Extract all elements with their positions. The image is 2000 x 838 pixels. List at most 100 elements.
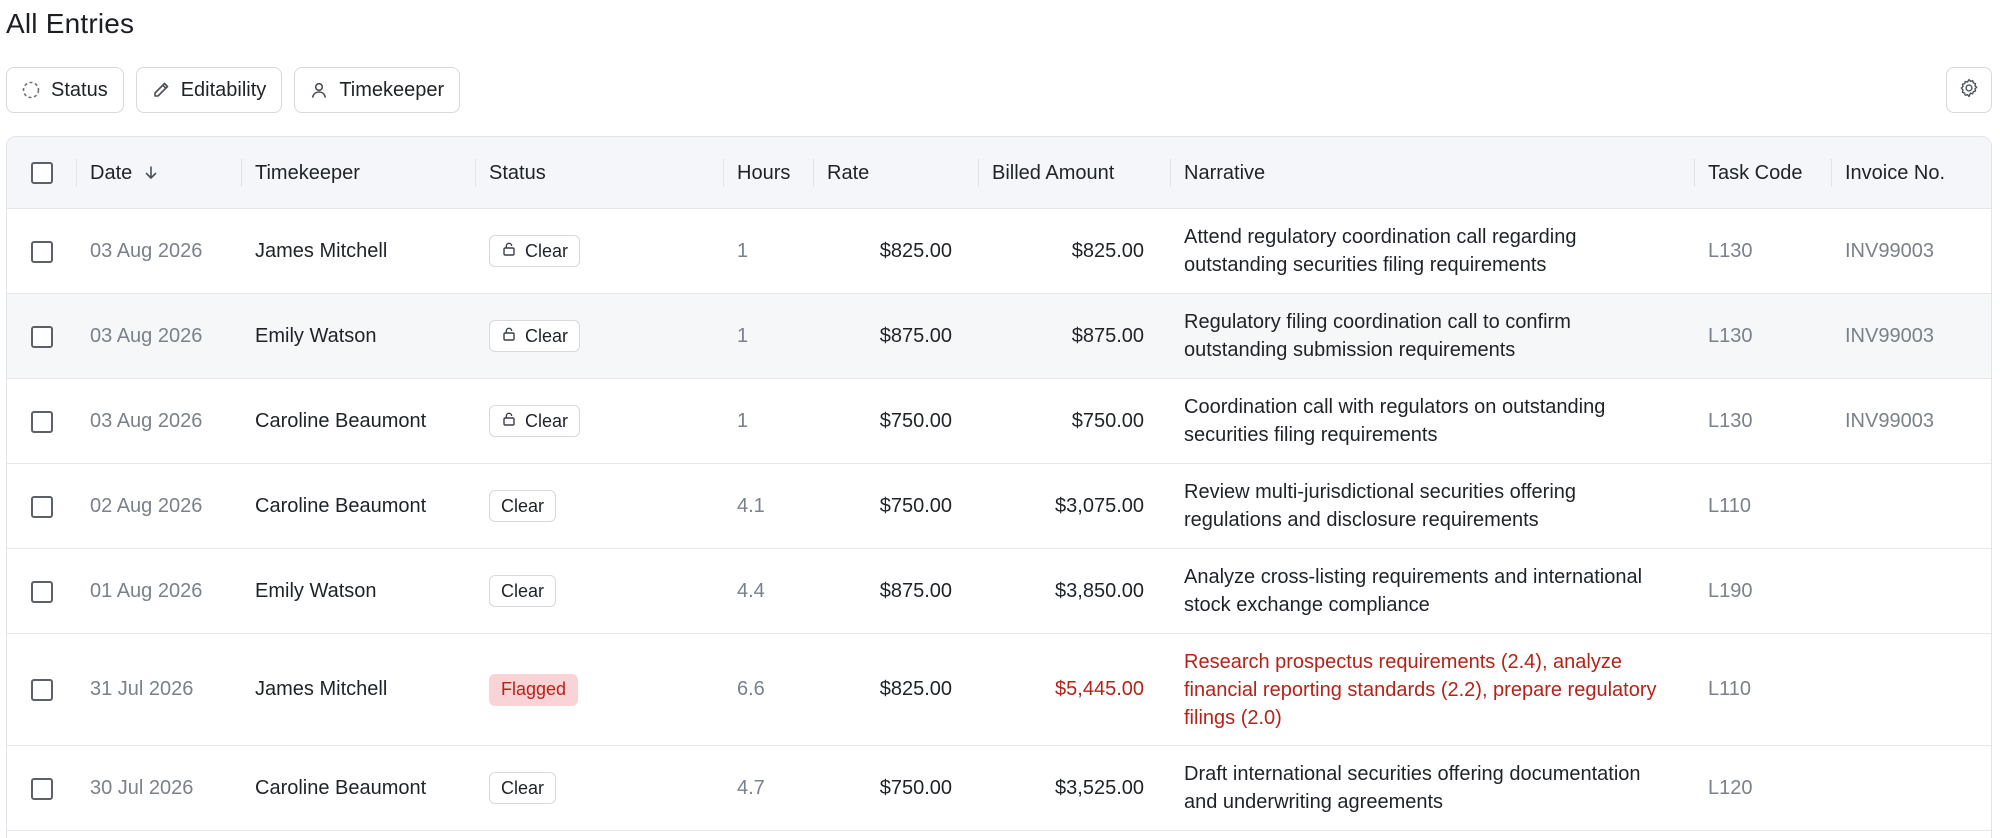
column-header-billed-amount[interactable]: Billed Amount — [992, 137, 1114, 209]
rate-cell: $750.00 — [879, 776, 952, 799]
lock-icon — [501, 326, 517, 347]
narrative-cell: Review multi-jurisdictional securities o… — [1184, 481, 1577, 531]
column-header-status[interactable]: Status — [489, 137, 546, 209]
row-select-checkbox[interactable] — [31, 240, 53, 263]
date-cell: 03 Aug 2026 — [90, 409, 203, 432]
column-header-date-label: Date — [90, 161, 133, 184]
status-badge-label: Clear — [501, 580, 545, 601]
table-row[interactable]: 02 Aug 2026 Caroline Beaumont Clear 4.1 $750… — [7, 464, 1991, 549]
table-row[interactable]: 30 Jul 2026 Caroline Beaumont Clear 4.7 $750… — [7, 746, 1991, 831]
column-divider — [241, 159, 242, 187]
task-code-cell: L130 — [1708, 324, 1753, 347]
row-select-checkbox[interactable] — [31, 580, 53, 603]
task-code-cell: L110 — [1708, 678, 1752, 700]
user-icon — [309, 80, 329, 100]
date-cell: 03 Aug 2026 — [90, 324, 203, 347]
status-cell: Flagged — [489, 634, 579, 745]
row-select-checkbox[interactable] — [31, 777, 53, 800]
table-row[interactable]: 01 Aug 2026 Emily Watson Clear 4.4 $875.00 $3… — [7, 549, 1991, 634]
task-code-cell: L110 — [1708, 494, 1752, 517]
narrative-cell: Attend regulatory coordination call rega… — [1184, 226, 1577, 276]
narrative-cell: Regulatory filing coordination call to c… — [1184, 311, 1571, 361]
sort-descending-icon — [145, 166, 157, 179]
rate-cell: $825.00 — [879, 239, 952, 262]
status-badge-label: Clear — [501, 777, 545, 798]
timekeeper-cell: Caroline Beaumont — [255, 776, 427, 799]
status-filter-label: Status — [51, 78, 108, 101]
billed-amount-cell: $825.00 — [1071, 239, 1144, 262]
task-code-cell: L130 — [1708, 239, 1753, 262]
narrative-cell: Research prospectus requirements (2.4), … — [1184, 650, 1657, 729]
narrative-cell: Draft international securities offering … — [1184, 763, 1641, 813]
column-divider — [76, 159, 77, 187]
column-divider — [723, 159, 724, 187]
rate-cell: $750.00 — [879, 409, 952, 432]
status-badge[interactable]: Clear — [489, 405, 581, 437]
row-select-checkbox[interactable] — [31, 410, 53, 433]
row-select-checkbox[interactable] — [31, 495, 53, 518]
pencil-icon — [151, 80, 171, 100]
dashed-circle-icon — [21, 80, 41, 100]
status-cell: Clear — [489, 464, 557, 548]
gear-icon — [1958, 77, 1980, 104]
row-select-checkbox[interactable] — [31, 679, 53, 701]
billed-amount-cell: $750.00 — [1071, 409, 1144, 432]
page-title: All Entries — [6, 8, 135, 39]
date-cell: 31 Jul 2026 — [90, 678, 194, 700]
narrative-cell: Analyze cross-listing requirements and i… — [1184, 566, 1643, 616]
hours-cell: 4.7 — [737, 776, 765, 799]
billed-amount-cell: $5,445.00 — [1055, 678, 1144, 700]
status-badge[interactable]: Clear — [489, 772, 557, 804]
timekeeper-filter-button[interactable]: Timekeeper — [294, 67, 461, 113]
timekeeper-cell: James Mitchell — [255, 239, 388, 262]
table-row[interactable]: 03 Aug 2026 Caroline Beaumont Clear 1 $750.0… — [7, 379, 1991, 464]
task-code-cell: L130 — [1708, 409, 1753, 432]
rate-cell: $875.00 — [879, 579, 952, 602]
table-settings-button[interactable] — [1946, 67, 1992, 113]
column-header-invoice-no[interactable]: Invoice No. — [1845, 137, 1945, 209]
invoice-no-cell: INV99003 — [1845, 409, 1934, 432]
status-filter-button[interactable]: Status — [6, 67, 124, 113]
hours-cell: 1 — [737, 239, 749, 262]
column-divider — [1170, 159, 1171, 187]
lock-icon — [501, 411, 517, 432]
status-badge[interactable]: Clear — [489, 320, 581, 352]
invoice-no-cell: INV99003 — [1845, 324, 1934, 347]
row-select-checkbox[interactable] — [31, 325, 53, 348]
status-badge-label: Flagged — [501, 679, 567, 699]
status-badge-label: Clear — [525, 240, 569, 261]
status-badge-label: Clear — [525, 410, 569, 431]
billed-amount-cell: $3,850.00 — [1055, 579, 1144, 602]
column-header-narrative[interactable]: Narrative — [1184, 137, 1265, 209]
column-header-rate[interactable]: Rate — [827, 137, 869, 209]
column-divider — [475, 159, 476, 187]
timekeeper-cell: Emily Watson — [255, 579, 377, 602]
column-header-hours[interactable]: Hours — [737, 137, 790, 209]
table-row[interactable]: 03 Aug 2026 James Mitchell Clear 1 $825.00 $8… — [7, 209, 1991, 294]
editability-filter-button[interactable]: Editability — [135, 67, 283, 113]
status-cell: Clear — [489, 209, 581, 293]
hours-cell: 4.1 — [737, 494, 765, 517]
hours-cell: 4.4 — [737, 579, 765, 602]
status-badge[interactable]: Clear — [489, 235, 581, 267]
table-row[interactable]: 31 Jul 2026 James Mitchell Flagged 6.6 $825.… — [7, 634, 1991, 746]
status-cell: Clear — [489, 746, 557, 830]
column-divider — [813, 159, 814, 187]
status-badge[interactable]: Flagged — [489, 673, 579, 706]
select-all-checkbox[interactable] — [31, 162, 53, 184]
timekeeper-cell: Caroline Beaumont — [255, 409, 427, 432]
table-header: Date Timekeeper Status Hours Rate Billed… — [7, 137, 1991, 209]
column-divider — [1694, 159, 1695, 187]
status-badge[interactable]: Clear — [489, 575, 557, 607]
column-divider — [978, 159, 979, 187]
billed-amount-cell: $3,525.00 — [1055, 776, 1144, 799]
column-header-timekeeper[interactable]: Timekeeper — [255, 137, 360, 209]
rate-cell: $825.00 — [879, 678, 952, 700]
timekeeper-filter-label: Timekeeper — [339, 78, 445, 101]
column-header-date[interactable]: Date — [90, 137, 160, 209]
invoice-no-cell: INV99003 — [1845, 239, 1934, 262]
status-cell: Clear — [489, 294, 581, 378]
status-badge[interactable]: Clear — [489, 490, 557, 522]
table-row[interactable]: 03 Aug 2026 Emily Watson Clear 1 $875.00 $875… — [7, 294, 1991, 379]
column-header-task-code[interactable]: Task Code — [1708, 137, 1803, 209]
